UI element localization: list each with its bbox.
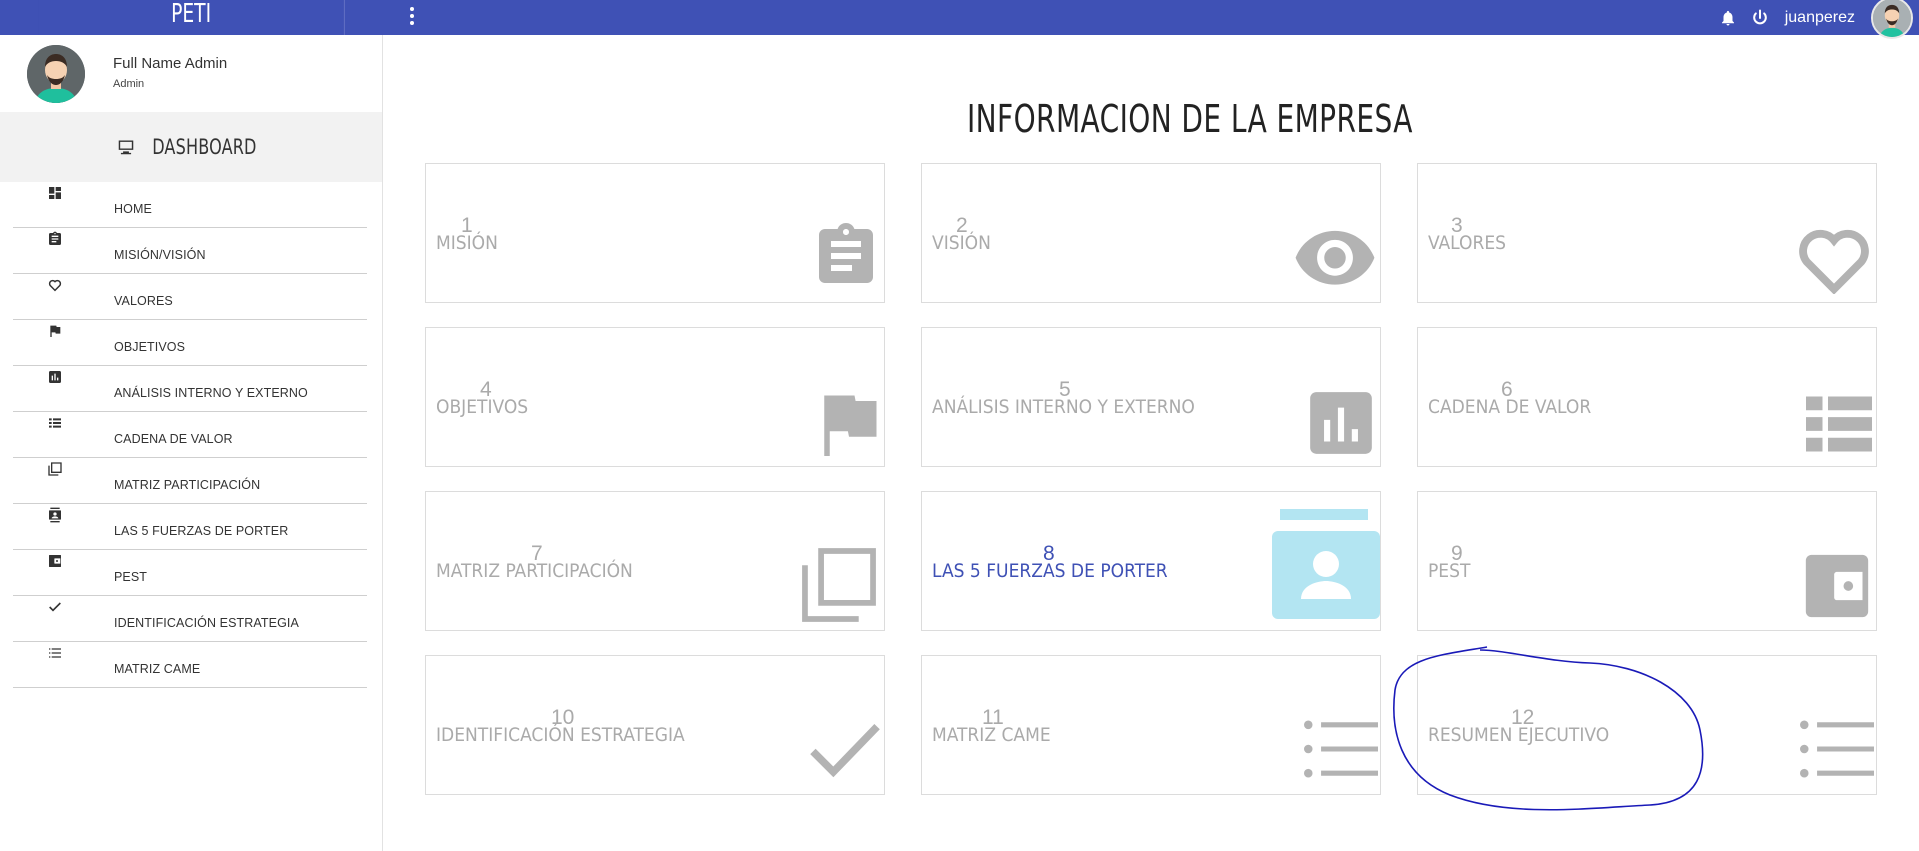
- sidebar-item-mision-vision[interactable]: MISIÓN/VISIÓN: [13, 228, 367, 274]
- sidebar-menu: HOME MISIÓN/VISIÓN VALORES OBJETIVOS ANÁ…: [13, 182, 367, 688]
- sidebar-item-cadena-valor[interactable]: CADENA DE VALOR: [13, 412, 367, 458]
- card-label: LAS 5 FUERZAS DE PORTER: [932, 560, 1168, 582]
- bullet-list-icon: [49, 648, 61, 658]
- sidebar-item-label: PEST: [114, 570, 148, 584]
- page-title: INFORMACION DE LA EMPRESA: [967, 97, 1413, 141]
- sidebar-item-pest[interactable]: PEST: [13, 550, 367, 596]
- wallet-icon: [49, 555, 61, 567]
- list-icon: [49, 418, 61, 428]
- profile-name: Full Name Admin: [113, 55, 228, 72]
- copy-icon: [802, 548, 876, 622]
- card-identificacion[interactable]: 10 IDENTIFICACIÓN ESTRATEGIA: [425, 655, 885, 795]
- card-analisis[interactable]: 5 ANÁLISIS INTERNO Y EXTERNO: [921, 327, 1381, 467]
- card-label: VALORES: [1428, 232, 1506, 254]
- bar-chart-icon: [49, 371, 61, 383]
- sidebar-item-label: HOME: [114, 202, 152, 216]
- card-label: MATRIZ PARTICIPACIÓN: [436, 560, 633, 582]
- sidebar-item-valores[interactable]: VALORES: [13, 274, 367, 320]
- dashboard-link[interactable]: DASHBOARD: [0, 112, 382, 182]
- flag-icon: [50, 325, 61, 337]
- card-cadena-valor[interactable]: 6 CADENA DE VALOR: [1417, 327, 1877, 467]
- card-label: MISIÓN: [436, 232, 498, 254]
- eye-icon: [1295, 230, 1375, 285]
- sidebar-item-label: LAS 5 FUERZAS DE PORTER: [114, 524, 289, 538]
- username-label[interactable]: juanperez: [1785, 9, 1855, 27]
- dashboard-label: DASHBOARD: [151, 135, 257, 159]
- card-label: PEST: [1428, 560, 1471, 582]
- sidebar-item-analisis[interactable]: ANÁLISIS INTERNO Y EXTERNO: [13, 366, 367, 412]
- top-bar: PETI juanperez: [0, 0, 1919, 39]
- flag-icon: [824, 395, 877, 456]
- card-label: MATRIZ CAME: [932, 724, 1051, 746]
- more-menu-icon[interactable]: [404, 3, 420, 29]
- user-avatar[interactable]: [1871, 0, 1913, 39]
- card-vision[interactable]: 2 VISIÓN: [921, 163, 1381, 303]
- monitor-icon: [118, 140, 133, 155]
- sidebar-item-label: OBJETIVOS: [114, 340, 186, 354]
- copy-icon: [48, 462, 62, 476]
- card-pest[interactable]: 9 PEST: [1417, 491, 1877, 631]
- brand-logo[interactable]: PETI: [38, 0, 345, 35]
- heart-icon: [48, 279, 62, 292]
- sidebar-item-label: ANÁLISIS INTERNO Y EXTERNO: [114, 386, 308, 400]
- card-objetivos[interactable]: 4 OBJETIVOS: [425, 327, 885, 467]
- contact-card-icon: [1272, 509, 1380, 619]
- check-icon: [49, 602, 61, 612]
- check-icon: [810, 724, 880, 778]
- card-porter[interactable]: 8 LAS 5 FUERZAS DE PORTER: [921, 491, 1381, 631]
- sidebar-item-label: MISIÓN/VISIÓN: [114, 248, 206, 262]
- sidebar-item-objetivos[interactable]: OBJETIVOS: [13, 320, 367, 366]
- heart-icon: [1799, 229, 1869, 294]
- clipboard-icon: [819, 223, 873, 283]
- bar-chart-icon: [1310, 392, 1372, 454]
- clipboard-icon: [49, 231, 61, 245]
- dashboard-icon: [49, 187, 61, 199]
- sidebar-item-label: MATRIZ CAME: [114, 662, 201, 676]
- card-label: ANÁLISIS INTERNO Y EXTERNO: [932, 396, 1195, 418]
- wallet-icon: [1805, 554, 1869, 618]
- bullet-list-icon: [1800, 720, 1874, 778]
- contact-card-icon: [49, 507, 61, 523]
- card-matriz-came[interactable]: 11 MATRIZ CAME: [921, 655, 1381, 795]
- card-label: OBJETIVOS: [436, 396, 529, 418]
- top-right-controls: juanperez: [1717, 0, 1919, 39]
- power-icon[interactable]: [1749, 7, 1771, 29]
- card-label: RESUMEN EJECUTIVO: [1428, 724, 1610, 746]
- list-icon: [1806, 396, 1872, 452]
- bullet-list-icon: [1304, 720, 1378, 778]
- sidebar-item-home[interactable]: HOME: [13, 182, 367, 228]
- card-mision[interactable]: 1 MISIÓN: [425, 163, 885, 303]
- sidebar-item-label: IDENTIFICACIÓN ESTRATEGIA: [114, 616, 299, 630]
- profile-role: Admin: [113, 78, 145, 90]
- sidebar-item-identificacion[interactable]: IDENTIFICACIÓN ESTRATEGIA: [13, 596, 367, 642]
- sidebar-item-label: CADENA DE VALOR: [114, 432, 233, 446]
- sidebar-item-porter[interactable]: LAS 5 FUERZAS DE PORTER: [13, 504, 367, 550]
- card-label: VISIÓN: [932, 232, 991, 254]
- sidebar-item-matriz-participacion[interactable]: MATRIZ PARTICIPACIÓN: [13, 458, 367, 504]
- sidebar: Full Name Admin Admin DASHBOARD HOME MIS…: [0, 35, 383, 851]
- card-matriz-participacion[interactable]: 7 MATRIZ PARTICIPACIÓN: [425, 491, 885, 631]
- bell-icon[interactable]: [1717, 7, 1739, 29]
- card-valores[interactable]: 3 VALORES: [1417, 163, 1877, 303]
- card-label: CADENA DE VALOR: [1428, 396, 1592, 418]
- card-label: IDENTIFICACIÓN ESTRATEGIA: [436, 724, 685, 746]
- sidebar-item-label: VALORES: [114, 294, 173, 308]
- sidebar-item-label: MATRIZ PARTICIPACIÓN: [114, 478, 261, 492]
- user-profile: Full Name Admin Admin: [0, 35, 382, 111]
- sidebar-item-matriz-came[interactable]: MATRIZ CAME: [13, 642, 367, 688]
- card-resumen-ejecutivo[interactable]: 12 RESUMEN EJECUTIVO: [1417, 655, 1877, 795]
- avatar: [27, 45, 85, 103]
